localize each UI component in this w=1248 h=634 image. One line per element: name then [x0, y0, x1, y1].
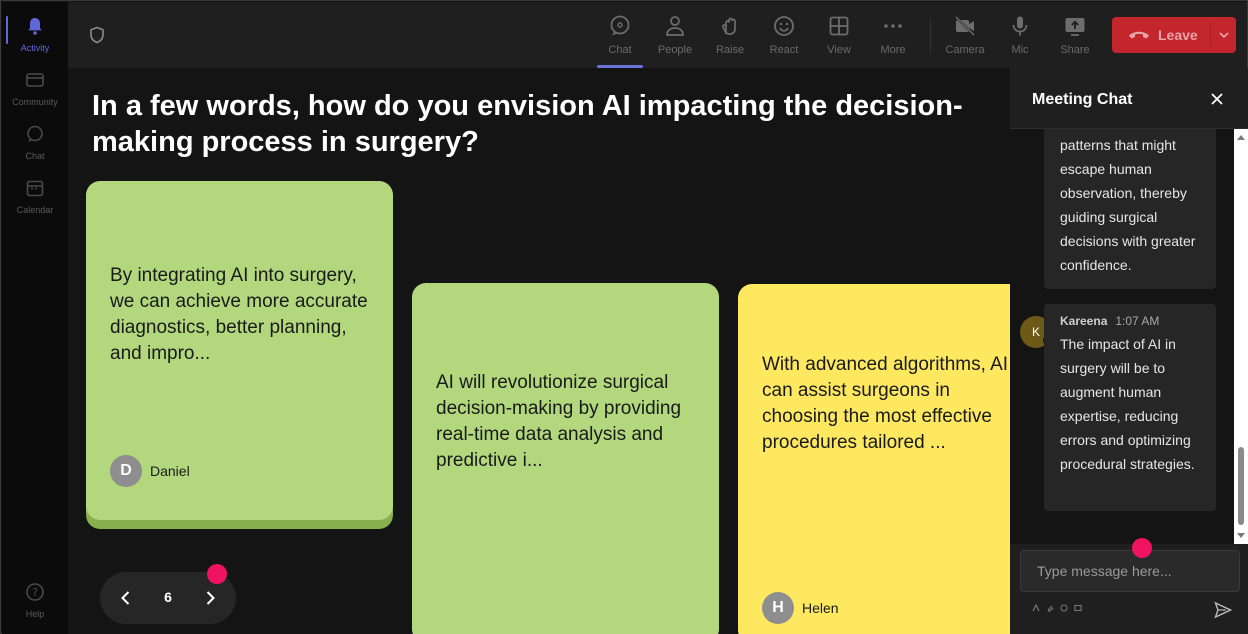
community-icon: [26, 73, 44, 87]
toolbar-react-button[interactable]: React: [759, 10, 809, 66]
toolbar-button-label: Camera: [945, 44, 985, 56]
chat-scrollbar[interactable]: [1234, 129, 1248, 544]
send-icon[interactable]: [1214, 601, 1232, 619]
rail-item-calendar[interactable]: Calendar: [2, 168, 68, 220]
attach-icon[interactable]: [1046, 604, 1054, 612]
bell-icon: [28, 18, 42, 35]
timestamp: 1:07 AM: [1115, 314, 1160, 328]
leave-label: Leave: [1158, 27, 1198, 43]
chat-message: Kareena 1:07 AM The impact of AI in surge…: [1044, 304, 1216, 511]
rail-item-activity[interactable]: Activity: [2, 6, 68, 58]
toolbar-button-label: View: [827, 44, 851, 56]
page-number: 6: [164, 589, 172, 605]
rail-item-label: Chat: [25, 151, 45, 161]
response-text: With advanced algorithms, AI can assist …: [762, 354, 1009, 453]
author-name: Helen: [802, 600, 839, 616]
author-name: Daniel: [150, 463, 190, 479]
smiley-icon: [774, 16, 794, 36]
mic-icon: [1012, 16, 1028, 36]
rail-item-label: Help: [25, 609, 45, 619]
sender-name: Kareena: [1060, 314, 1108, 328]
notification-dot: [207, 564, 227, 584]
gif-icon[interactable]: [1074, 604, 1082, 612]
left-rail: Activity Community Chat Calendar ? Help: [2, 2, 68, 634]
emoji-icon[interactable]: [1060, 604, 1068, 612]
message-text: The impact of AI in surgery will be to a…: [1060, 336, 1195, 472]
leave-button[interactable]: Leave: [1112, 17, 1236, 53]
toolbar-mic-button[interactable]: Mic: [995, 10, 1045, 66]
calendar-icon: [26, 180, 44, 197]
hang-up-icon: [1129, 31, 1149, 39]
toolbar-camera-button[interactable]: Camera: [940, 10, 990, 66]
toolbar-share-button[interactable]: Share: [1050, 10, 1100, 66]
toolbar-button-label: Share: [1060, 44, 1090, 56]
response-text: By integrating AI into surgery, we can a…: [110, 265, 368, 364]
message-compose: [1020, 550, 1240, 592]
rail-item-chat[interactable]: Chat: [2, 114, 68, 166]
scroll-thumb[interactable]: [1238, 447, 1244, 525]
meeting-toolbar: Chat People Raise React View More Camera: [68, 2, 1247, 68]
toolbar-button-label: Mic: [1011, 44, 1029, 56]
avatar: H: [762, 592, 794, 624]
rail-item-label: Calendar: [16, 205, 54, 215]
shield-icon[interactable]: [88, 26, 106, 44]
help-icon: ?: [26, 583, 44, 601]
chat-messages: patterns that might escape human observa…: [1010, 129, 1234, 544]
toolbar-button-label: React: [769, 44, 799, 56]
more-dots-icon: [884, 24, 902, 28]
camera-off-icon: [955, 16, 975, 36]
chat-icon: [27, 125, 43, 142]
response-card[interactable]: With advanced algorithms, AI can assist …: [738, 284, 1010, 634]
toolbar-more-button[interactable]: More: [868, 10, 918, 66]
raise-hand-icon: [722, 17, 736, 35]
meeting-app: Activity Community Chat Calendar ? Help …: [0, 0, 1248, 634]
response-author: D Daniel: [110, 455, 190, 487]
chat-icon: [610, 15, 630, 36]
close-icon[interactable]: [1210, 92, 1224, 106]
toolbar-button-label: Chat: [608, 44, 632, 56]
toolbar-raise-button[interactable]: Raise: [705, 10, 755, 66]
rail-item-help[interactable]: ? Help: [2, 572, 68, 624]
rail-item-community[interactable]: Community: [2, 60, 68, 112]
message-input[interactable]: [1021, 551, 1239, 591]
message-text: patterns that might escape human observa…: [1060, 137, 1196, 273]
leave-divider: [1210, 23, 1211, 47]
response-author: H Helen: [762, 592, 839, 624]
people-icon: [666, 16, 684, 36]
response-card[interactable]: AI will revolutionize surgical decision-…: [412, 283, 719, 634]
rail-item-label: Activity: [20, 43, 50, 53]
chevron-right-icon[interactable]: [200, 588, 220, 608]
activity-stage: In a few words, how do you envision AI i…: [68, 68, 1010, 634]
toolbar-view-button[interactable]: View: [814, 10, 864, 66]
question-title: In a few words, how do you envision AI i…: [92, 90, 963, 158]
rail-item-label: Community: [12, 97, 58, 107]
toolbar-button-label: People: [657, 44, 693, 56]
toolbar-button-label: Raise: [715, 44, 745, 56]
chat-message: patterns that might escape human observa…: [1044, 129, 1216, 289]
toolbar-divider: [930, 18, 931, 54]
scroll-up-arrow[interactable]: [1237, 135, 1245, 140]
message-meta: Kareena 1:07 AM: [1060, 314, 1159, 328]
scroll-down-arrow[interactable]: [1237, 533, 1245, 538]
toolbar-people-button[interactable]: People: [650, 10, 700, 66]
meeting-chat-panel: Meeting Chat patterns that might escape …: [1010, 68, 1248, 634]
avatar: D: [110, 455, 142, 487]
response-text: AI will revolutionize surgical decision-…: [436, 372, 682, 471]
chevron-down-icon[interactable]: [1218, 29, 1230, 41]
svg-text:?: ?: [32, 586, 38, 599]
format-text-icon[interactable]: [1032, 604, 1040, 612]
toolbar-button-label: More: [880, 44, 906, 56]
notification-dot: [1132, 538, 1152, 558]
grid-view-icon: [829, 16, 849, 36]
response-card[interactable]: By integrating AI into surgery, we can a…: [86, 181, 393, 520]
toolbar-chat-button[interactable]: Chat: [595, 10, 645, 68]
chat-title: Meeting Chat: [1032, 91, 1133, 108]
share-icon: [1065, 18, 1085, 36]
chevron-left-icon[interactable]: [116, 588, 136, 608]
